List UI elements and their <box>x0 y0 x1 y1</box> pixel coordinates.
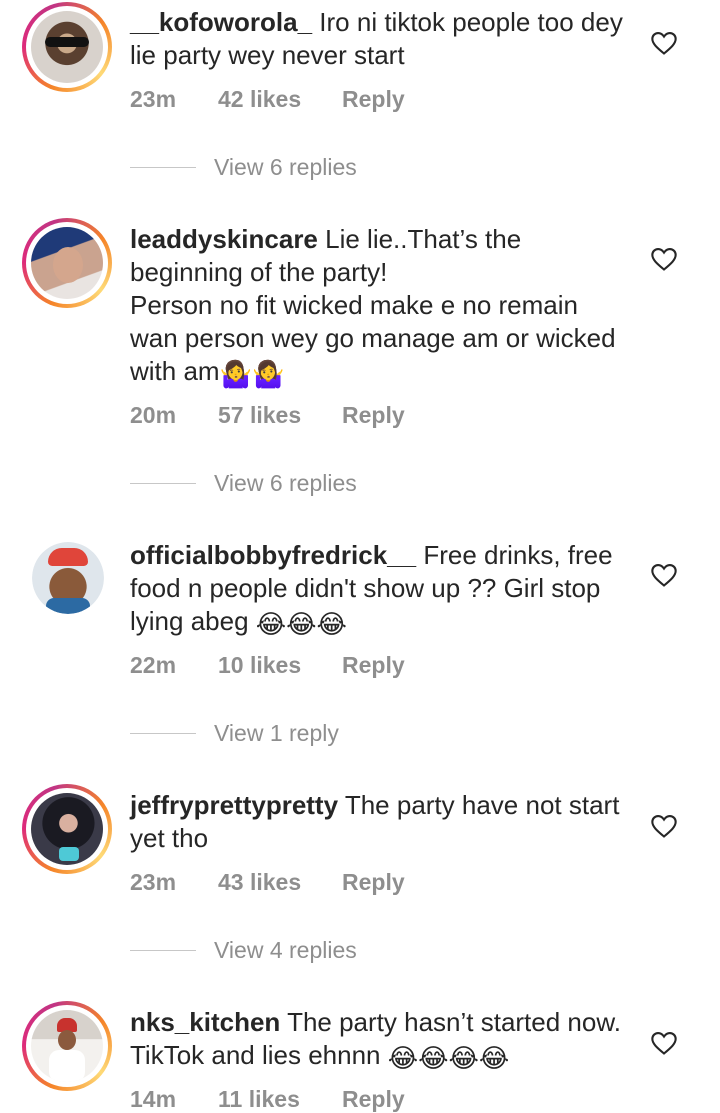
heart-outline-icon[interactable] <box>650 1030 678 1056</box>
reply-button[interactable]: Reply <box>342 869 405 896</box>
avatar[interactable] <box>32 542 104 614</box>
comment-username[interactable]: jeffryprettypretty <box>130 790 338 820</box>
comment-username[interactable]: __kofoworola_ <box>130 7 312 37</box>
avatar[interactable] <box>22 1001 112 1091</box>
comment-body-continued: Person no fit wicked make e no remain wa… <box>130 290 616 386</box>
avatar[interactable] <box>22 218 112 308</box>
view-replies-label: View 6 replies <box>214 470 357 496</box>
comment-meta: 14m 11 likes Reply <box>130 1086 405 1113</box>
reply-button[interactable]: Reply <box>342 86 405 113</box>
comment-username[interactable]: leaddyskincare <box>130 224 318 254</box>
comment-likes[interactable]: 57 likes <box>218 402 342 429</box>
comment-time: 14m <box>130 1086 177 1112</box>
heart-outline-icon[interactable] <box>650 30 678 56</box>
view-replies-label: View 1 reply <box>214 720 339 746</box>
shrug-emoji: 🤷‍♀️🤷‍♀️ <box>219 359 285 389</box>
reply-button[interactable]: Reply <box>342 1086 405 1113</box>
view-replies-label: View 6 replies <box>214 154 357 180</box>
laughing-emoji: 😂😂😂 <box>255 609 347 639</box>
comment-time: 22m <box>130 652 177 678</box>
comment-meta: 23m 42 likes Reply <box>130 86 405 113</box>
comment-username[interactable]: officialbobbyfredrick__ <box>130 540 416 570</box>
laughing-emoji: 😂😂😂😂 <box>387 1043 510 1073</box>
comment-text: officialbobbyfredrick__ Free drinks, fre… <box>130 539 630 638</box>
divider <box>130 950 196 951</box>
comment-time: 20m <box>130 402 177 428</box>
reply-button[interactable]: Reply <box>342 402 405 429</box>
comment-time: 23m <box>130 869 177 895</box>
comment-likes[interactable]: 10 likes <box>218 652 342 679</box>
view-replies-label: View 4 replies <box>214 937 357 963</box>
avatar[interactable] <box>22 784 112 874</box>
view-replies-button[interactable]: View 4 replies <box>130 937 357 964</box>
comment-meta: 20m 57 likes Reply <box>130 402 405 429</box>
heart-outline-icon[interactable] <box>650 562 678 588</box>
comment-text: nks_kitchen The party hasn’t started now… <box>130 1006 630 1072</box>
comment-likes[interactable]: 43 likes <box>218 869 342 896</box>
comment-likes[interactable]: 42 likes <box>218 86 342 113</box>
comment-meta: 23m 43 likes Reply <box>130 869 405 896</box>
comment-meta: 22m 10 likes Reply <box>130 652 405 679</box>
comment-time: 23m <box>130 86 177 112</box>
divider <box>130 733 196 734</box>
heart-outline-icon[interactable] <box>650 246 678 272</box>
comment-username[interactable]: nks_kitchen <box>130 1007 280 1037</box>
comment-text: jeffryprettypretty The party have not st… <box>130 789 630 855</box>
avatar[interactable] <box>22 2 112 92</box>
view-replies-button[interactable]: View 6 replies <box>130 154 357 181</box>
divider <box>130 167 196 168</box>
divider <box>130 483 196 484</box>
comment-text: __kofoworola_ Iro ni tiktok people too d… <box>130 6 630 72</box>
comment-likes[interactable]: 11 likes <box>218 1086 342 1113</box>
heart-outline-icon[interactable] <box>650 813 678 839</box>
view-replies-button[interactable]: View 6 replies <box>130 470 357 497</box>
view-replies-button[interactable]: View 1 reply <box>130 720 339 747</box>
reply-button[interactable]: Reply <box>342 652 405 679</box>
comment-text: leaddyskincare Lie lie..That’s the begin… <box>130 223 630 388</box>
